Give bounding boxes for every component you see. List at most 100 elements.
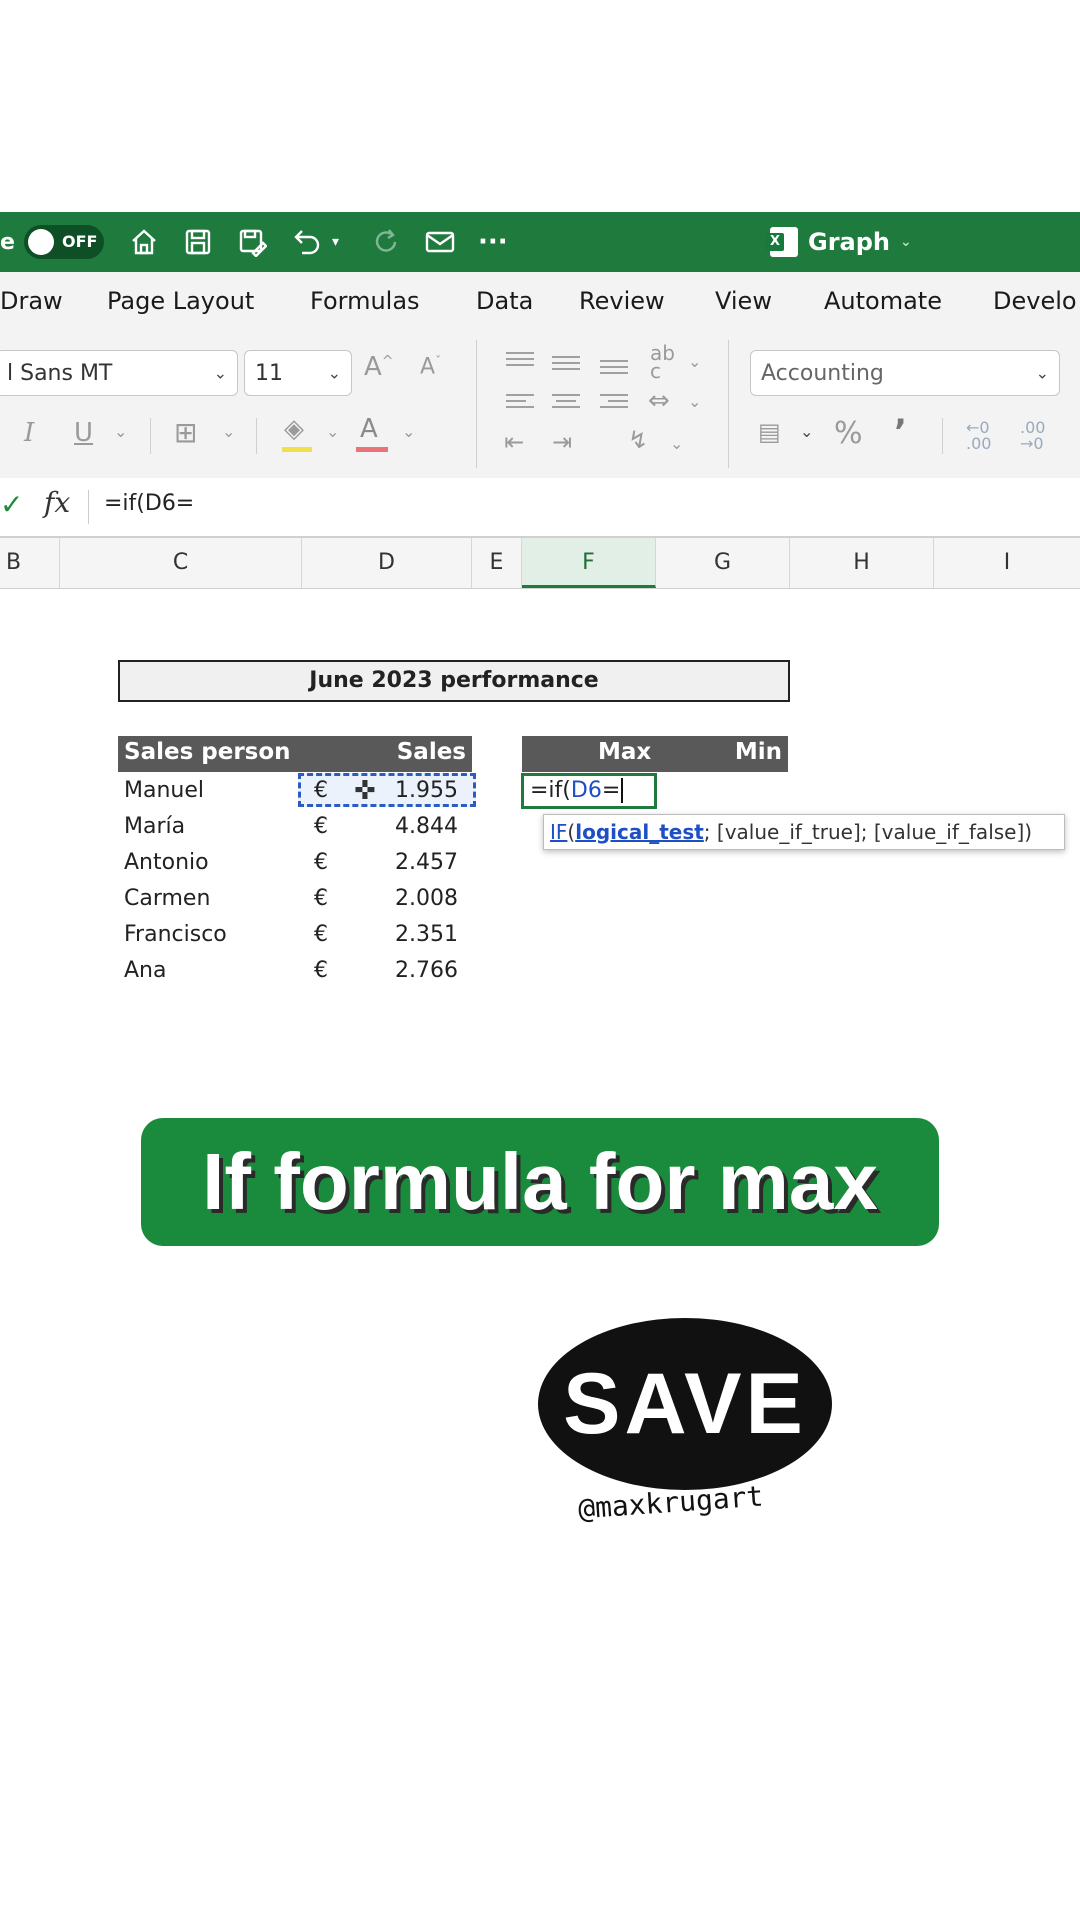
borders-dropdown-icon[interactable]: ⌄ [222, 422, 235, 441]
comma-style-button[interactable]: ’ [894, 412, 907, 452]
text-caret [621, 778, 624, 803]
row-currency: € [314, 958, 328, 983]
column-header-h[interactable]: H [790, 538, 934, 588]
wrap-text-icon[interactable]: ↯ [628, 426, 648, 454]
title-chevron-icon[interactable]: ⌄ [900, 234, 912, 250]
sticker-word: SAVE [563, 1356, 807, 1452]
orientation-dropdown-icon[interactable]: ⌄ [688, 352, 701, 371]
increase-indent-icon[interactable]: ⇥ [552, 428, 572, 456]
column-header-g[interactable]: G [656, 538, 790, 588]
borders-icon[interactable]: ⊞ [174, 416, 197, 449]
orientation-icon[interactable]: ab c [650, 343, 675, 381]
home-icon[interactable] [124, 212, 164, 272]
row-sales: 1.955 [395, 778, 458, 803]
separator [88, 490, 89, 524]
merge-center-icon[interactable]: ⇔ [648, 386, 670, 416]
function-icon[interactable]: fx [44, 486, 70, 519]
row-name: Carmen [124, 886, 211, 911]
font-size-select[interactable]: 11 ⌄ [244, 350, 352, 396]
increase-font-icon[interactable]: A^ [364, 352, 394, 382]
formula-input[interactable]: =if(D6= [104, 491, 194, 516]
column-header-b[interactable]: B [0, 538, 60, 588]
active-cell-f6[interactable]: =if(D6= [521, 773, 657, 809]
document-name: Graph [808, 228, 890, 256]
number-format-select[interactable]: Accounting ⌄ [750, 350, 1060, 396]
column-header-i[interactable]: I [934, 538, 1080, 588]
chevron-down-icon: ⌄ [327, 363, 341, 383]
wrap-dropdown-icon[interactable]: ⌄ [670, 434, 683, 453]
column-header-d[interactable]: D [302, 538, 472, 588]
tab-automate[interactable]: Automate [824, 272, 942, 330]
tab-review[interactable]: Review [579, 272, 665, 330]
check-icon[interactable]: ✓ [0, 488, 23, 521]
table-row[interactable]: María € 4.844 [124, 809, 464, 845]
number-format-value: Accounting [761, 360, 884, 386]
excel-logo-icon: X [766, 227, 798, 257]
row-currency: € [314, 922, 328, 947]
table-row[interactable]: Francisco € 2.351 [124, 917, 464, 953]
row-name: Manuel [124, 778, 204, 803]
font-color-dropdown-icon[interactable]: ⌄ [402, 422, 415, 441]
align-top-icon[interactable] [506, 348, 534, 370]
fill-dropdown-icon[interactable]: ⌄ [326, 422, 339, 441]
save-icon[interactable] [178, 212, 218, 272]
underline-icon[interactable]: U [74, 418, 93, 448]
undo-icon[interactable] [286, 212, 326, 272]
font-name-select[interactable]: l Sans MT ⌄ [0, 350, 238, 396]
decrease-decimal-icon[interactable]: .00 →0 [1020, 420, 1045, 452]
column-header-e[interactable]: E [472, 538, 522, 588]
tab-developer[interactable]: Develo [993, 272, 1077, 330]
chevron-down-icon: ⌄ [213, 363, 227, 383]
table-row[interactable]: Antonio € 2.457 [124, 845, 464, 881]
align-middle-icon[interactable] [552, 352, 580, 374]
sales-header-row[interactable]: Sales person Sales [118, 736, 472, 772]
header-sales: Sales [396, 739, 466, 765]
row-currency: € [314, 850, 328, 875]
autosave-label: e [0, 229, 15, 255]
tab-draw[interactable]: Draw [0, 272, 63, 330]
row-name: Ana [124, 958, 167, 983]
table-row[interactable]: Carmen € 2.008 [124, 881, 464, 917]
separator [476, 340, 477, 468]
formula-bar: ✓ fx =if(D6= [0, 478, 1080, 538]
tooltip-function-link[interactable]: IF [550, 820, 567, 844]
table-row[interactable]: Manuel € 1.955 [124, 773, 464, 809]
header-max: Max [598, 739, 652, 765]
tab-view[interactable]: View [715, 272, 772, 330]
save-as-icon[interactable] [232, 212, 272, 272]
decrease-font-icon[interactable]: Aˇ [420, 354, 441, 379]
align-center-icon[interactable] [552, 390, 580, 412]
table-row[interactable]: Ana € 2.766 [124, 953, 464, 989]
italic-icon[interactable]: I [24, 418, 34, 448]
header-min: Min [734, 739, 782, 765]
tab-formulas[interactable]: Formulas [310, 272, 420, 330]
align-right-icon[interactable] [600, 390, 628, 412]
align-bottom-icon[interactable] [600, 356, 628, 378]
more-icon[interactable]: ··· [478, 212, 508, 272]
ribbon-tabs: Draw Page Layout Formulas Data Review Vi… [0, 272, 1080, 330]
tab-data[interactable]: Data [476, 272, 533, 330]
underline-dropdown-icon[interactable]: ⌄ [114, 422, 127, 441]
fill-color-swatch [282, 447, 312, 452]
column-header-f[interactable]: F [522, 538, 656, 588]
accounting-format-icon[interactable]: ▤ [758, 418, 781, 446]
font-color-icon[interactable]: A [360, 414, 378, 444]
tooltip-current-argument[interactable]: logical_test [575, 820, 704, 844]
mail-icon[interactable] [420, 212, 460, 272]
percent-style-button[interactable]: % [834, 416, 863, 451]
row-currency: € [314, 814, 328, 839]
column-header-c[interactable]: C [60, 538, 302, 588]
max-min-header-row[interactable]: Max Min [522, 736, 788, 772]
decrease-indent-icon[interactable]: ⇤ [504, 428, 524, 456]
sheet-title-cell[interactable]: June 2023 performance [118, 660, 790, 702]
undo-dropdown-icon[interactable]: ▾ [332, 212, 339, 272]
align-left-icon[interactable] [506, 390, 534, 412]
autosave-toggle[interactable]: OFF [24, 225, 104, 259]
tab-page-layout[interactable]: Page Layout [107, 272, 254, 330]
toggle-knob [28, 229, 54, 255]
fill-color-icon[interactable]: ◈ [284, 414, 304, 444]
increase-decimal-icon[interactable]: ←0.00 [966, 420, 991, 452]
merge-dropdown-icon[interactable]: ⌄ [688, 392, 701, 411]
accounting-dropdown-icon[interactable]: ⌄ [800, 422, 813, 441]
tooltip-remaining-arguments: ; [value_if_true]; [value_if_false]) [703, 820, 1033, 844]
